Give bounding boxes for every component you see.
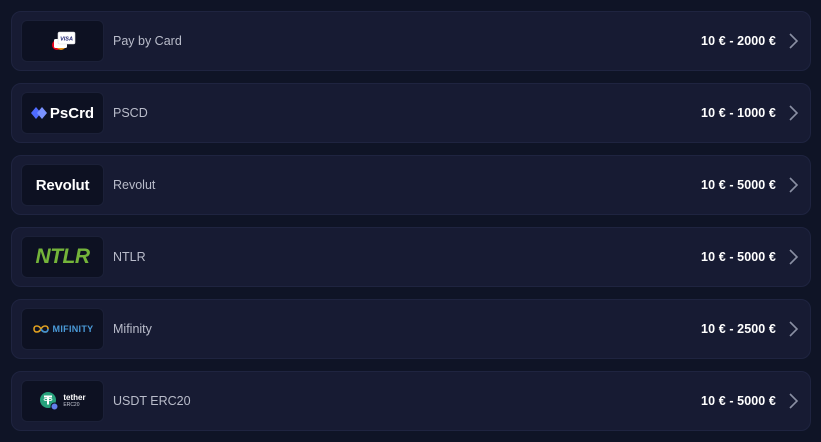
mifinity-wordmark: MIFINITY (52, 324, 94, 334)
payment-method-card[interactable]: VISA Pay by Card 10 € - 2000 € (11, 11, 811, 71)
revolut-logo-icon: Revolut (35, 176, 90, 194)
chevron-right-icon (787, 104, 799, 122)
chevron-right-icon (787, 176, 799, 194)
method-logo: tether ERC20 (21, 380, 104, 422)
payment-method-mifinity[interactable]: MIFINITY Mifinity 10 € - 2500 € (11, 299, 811, 359)
method-range: 10 € - 2000 € (701, 34, 776, 48)
tether-coin-icon (40, 392, 59, 411)
payment-method-ntlr[interactable]: NTLR NTLR 10 € - 5000 € (11, 227, 811, 287)
method-name: Pay by Card (113, 34, 182, 48)
method-range: 10 € - 2500 € (701, 322, 776, 336)
method-logo: VISA (21, 20, 104, 62)
method-logo: MIFINITY (21, 308, 104, 350)
method-logo: PsCrd (21, 92, 104, 134)
chevron-right-icon (787, 392, 799, 410)
method-logo: NTLR (21, 236, 104, 278)
pscrd-diamond-icon (30, 107, 47, 119)
tether-logo-icon: tether ERC20 (39, 391, 86, 411)
pscrd-wordmark: PsCrd (49, 104, 95, 122)
ntlr-logo-icon: NTLR (35, 245, 91, 268)
tether-title: tether (63, 393, 86, 402)
visa-text: VISA (60, 37, 73, 43)
tether-wordmark: tether ERC20 (63, 394, 85, 408)
visa-mastercard-card-icon: VISA (51, 31, 75, 50)
pscrd-logo-icon: PsCrd (30, 104, 95, 122)
payment-method-usdt-erc20[interactable]: tether ERC20 USDT ERC20 10 € - 5000 € (11, 371, 811, 431)
mifinity-infinity-icon (32, 325, 49, 333)
method-range: 10 € - 5000 € (701, 250, 776, 264)
payment-method-revolut[interactable]: Revolut Revolut 10 € - 5000 € (11, 155, 811, 215)
payment-method-pscd[interactable]: PsCrd PSCD 10 € - 1000 € (11, 83, 811, 143)
chevron-right-icon (787, 32, 799, 50)
chevron-right-icon (787, 320, 799, 338)
method-name: NTLR (113, 250, 146, 264)
payment-method-list: VISA Pay by Card 10 € - 2000 € PsCrd PSC… (0, 0, 821, 442)
method-range: 10 € - 5000 € (701, 178, 776, 192)
method-name: Revolut (113, 178, 156, 192)
method-name: USDT ERC20 (113, 394, 191, 408)
method-name: PSCD (113, 106, 148, 120)
mifinity-logo-icon: MIFINITY (32, 324, 94, 334)
method-name: Mifinity (113, 322, 152, 336)
chevron-right-icon (787, 248, 799, 266)
tether-subtitle: ERC20 (63, 402, 80, 408)
method-logo: Revolut (21, 164, 104, 206)
method-range: 10 € - 1000 € (701, 106, 776, 120)
method-range: 10 € - 5000 € (701, 394, 776, 408)
